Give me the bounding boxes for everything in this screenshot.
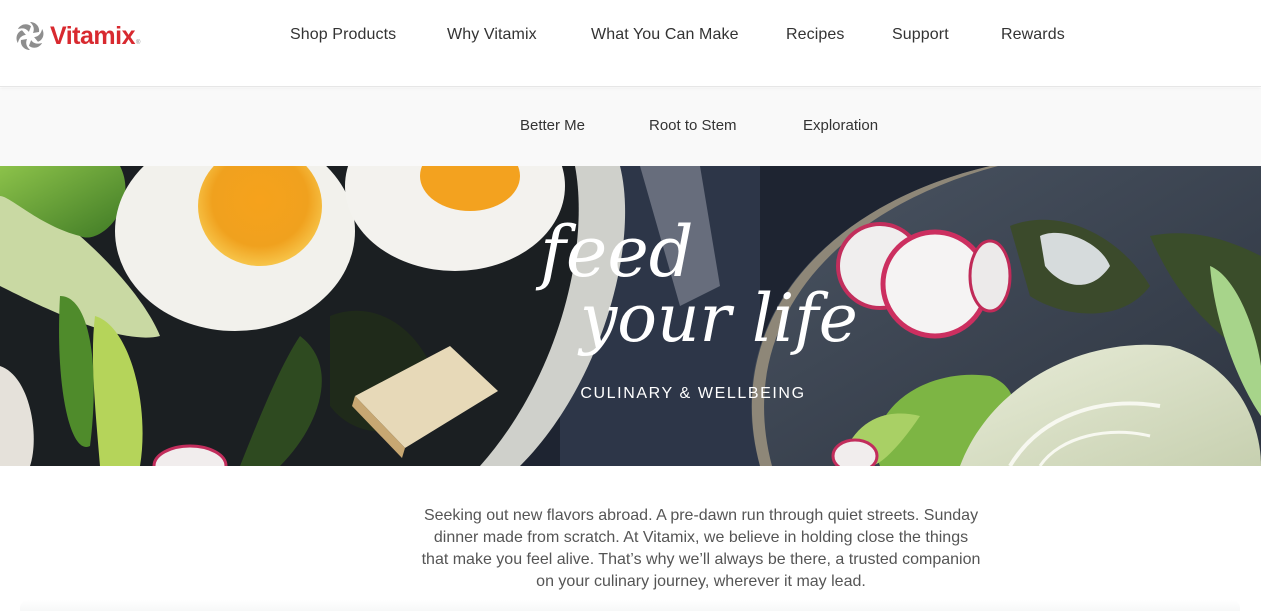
- script-title-line2: your life: [577, 280, 858, 356]
- nav-recipes[interactable]: Recipes: [786, 26, 845, 44]
- intro-paragraph: Seeking out new flavors abroad. A pre-da…: [421, 507, 981, 590]
- hero-subtitle: CULINARY & WELLBEING: [0, 385, 1261, 403]
- main-nav: Shop Products Why Vitamix What You Can M…: [0, 0, 1261, 72]
- subnav-better-me[interactable]: Better Me: [520, 117, 585, 134]
- nav-what-you-can-make[interactable]: What You Can Make: [591, 26, 739, 44]
- site-header: Vitamix ® Shop Products Why Vitamix What…: [0, 0, 1261, 87]
- trademark: ™: [838, 338, 845, 346]
- hero-subtitle-text: CULINARY & WELLBEING: [580, 385, 806, 402]
- sub-nav: Better Me Root to Stem Exploration: [0, 88, 1261, 166]
- subnav-root-to-stem[interactable]: Root to Stem: [649, 117, 737, 134]
- nav-why-vitamix[interactable]: Why Vitamix: [447, 26, 537, 44]
- next-section-edge: [20, 600, 1240, 611]
- subnav-exploration[interactable]: Exploration: [803, 117, 878, 134]
- nav-shop-products[interactable]: Shop Products: [290, 26, 396, 44]
- nav-support[interactable]: Support: [892, 26, 949, 44]
- nav-rewards[interactable]: Rewards: [1001, 26, 1065, 44]
- feed-your-life-script-logo: feed your life ™: [535, 211, 858, 356]
- hero-banner: feed your life ™ CULINARY & WELLBEING: [0, 166, 1261, 466]
